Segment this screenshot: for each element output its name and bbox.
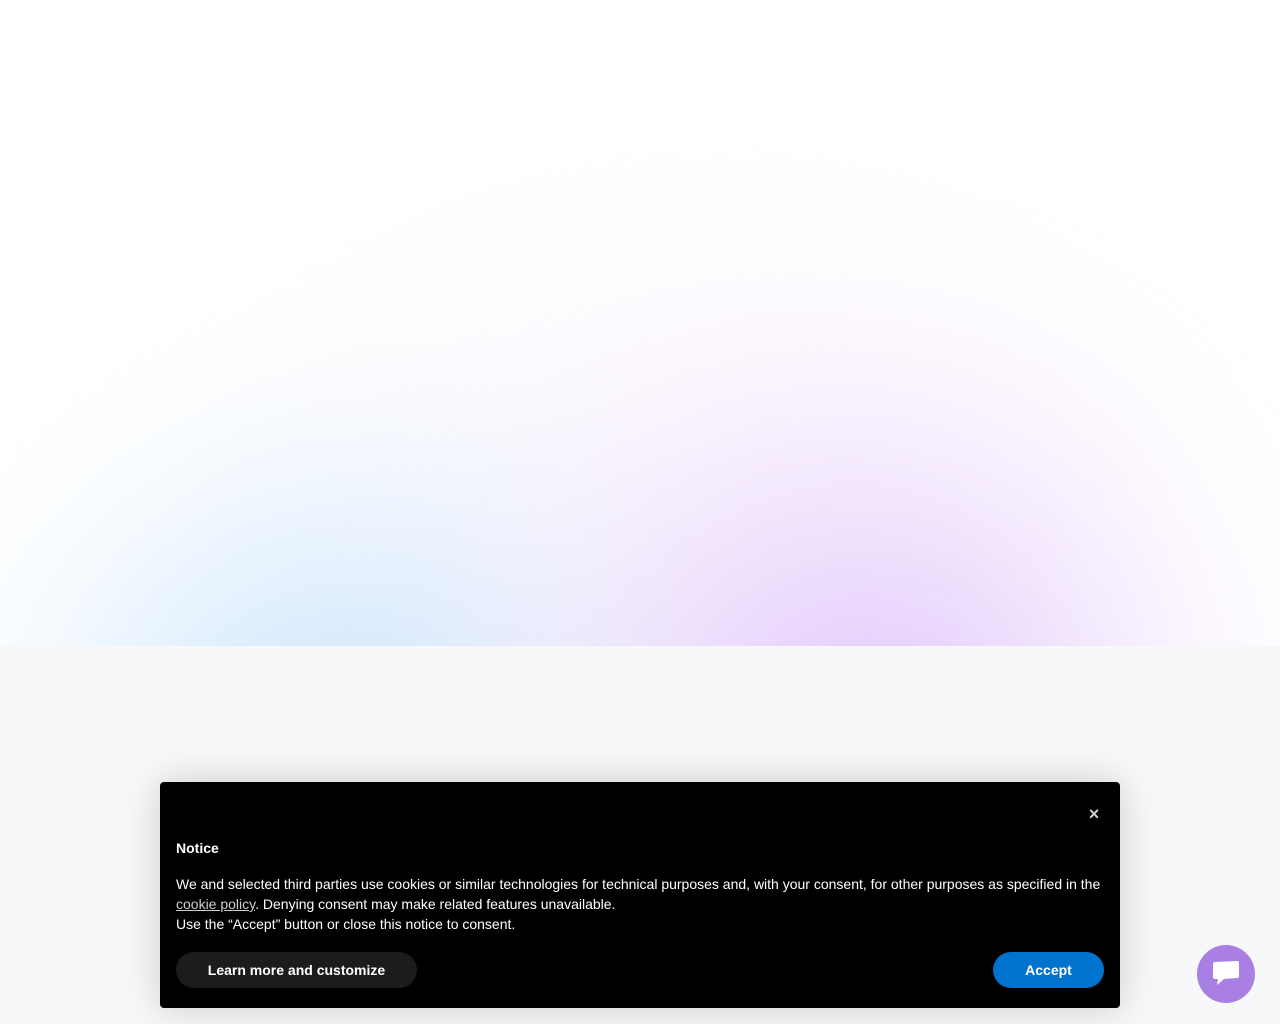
learn-more-customize-button[interactable]: Learn more and customize bbox=[176, 952, 417, 988]
chat-launcher-button[interactable] bbox=[1197, 945, 1255, 1003]
notice-text-continued: . Denying consent may make related featu… bbox=[255, 896, 616, 912]
notice-title: Notice bbox=[176, 840, 219, 856]
cookie-banner: × Notice We and selected third parties u… bbox=[160, 782, 1120, 1008]
close-button[interactable]: × bbox=[1082, 802, 1106, 826]
notice-text: We and selected third parties use cookie… bbox=[176, 876, 1101, 892]
accept-button[interactable]: Accept bbox=[993, 952, 1104, 988]
notice-consent-instruction: Use the “Accept” button or close this no… bbox=[176, 916, 516, 932]
hero-background bbox=[0, 0, 1280, 646]
cookie-policy-link[interactable]: cookie policy bbox=[176, 896, 255, 912]
close-icon: × bbox=[1088, 804, 1100, 824]
chat-bubble-icon bbox=[1213, 961, 1239, 985]
notice-body: We and selected third parties use cookie… bbox=[176, 874, 1106, 934]
